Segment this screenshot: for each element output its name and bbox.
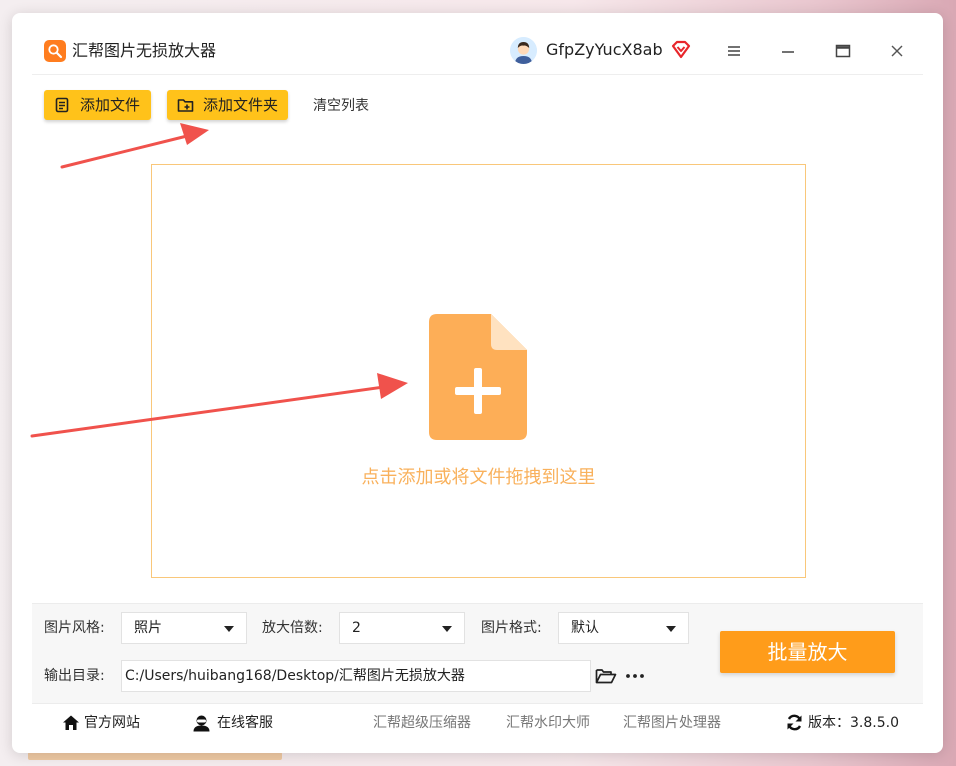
footer: 官方网站 在线客服 汇帮超级压缩器 汇帮水印大师 汇帮图片处理器 版本：3.8.… [32, 703, 923, 741]
scale-label: 放大倍数: [262, 620, 323, 636]
format-label: 图片格式: [481, 620, 542, 636]
maximize-icon[interactable] [827, 35, 859, 67]
chevron-down-icon [666, 626, 676, 632]
online-support-link[interactable]: 在线客服 [192, 713, 273, 733]
username[interactable]: GfpZyYucX8ab [546, 39, 663, 61]
title-bar: 汇帮图片无损放大器 GfpZyYucX8ab [12, 13, 943, 75]
add-file-button[interactable]: 添加文件 [44, 90, 151, 120]
style-value: 照片 [134, 620, 162, 636]
scale-value: 2 [352, 620, 361, 636]
folder-plus-icon [177, 99, 194, 112]
arrow-to-add-folder [60, 123, 209, 169]
avatar[interactable] [510, 37, 537, 64]
scale-select[interactable]: 2 [339, 612, 465, 644]
headset-icon [193, 715, 210, 732]
add-folder-button[interactable]: 添加文件夹 [167, 90, 288, 120]
drop-hint: 点击添加或将文件拖拽到这里 [361, 467, 596, 488]
folder-open-icon[interactable] [595, 668, 617, 688]
clear-list-button[interactable]: 清空列表 [313, 96, 369, 116]
document-plus-icon[interactable] [429, 314, 527, 444]
website-label: 官方网站 [84, 715, 140, 731]
hamburger-menu-icon[interactable] [718, 35, 750, 67]
drop-zone[interactable]: 点击添加或将文件拖拽到这里 [151, 164, 806, 578]
more-options-icon[interactable] [625, 668, 645, 688]
output-label: 输出目录: [44, 668, 105, 684]
version-info[interactable]: 版本：3.8.5.0 [786, 713, 899, 733]
style-select[interactable]: 照片 [121, 612, 247, 644]
diamond-vip-icon[interactable] [670, 40, 692, 64]
file-list-icon [55, 97, 69, 113]
chevron-down-icon [442, 626, 452, 632]
close-icon[interactable] [881, 35, 913, 67]
chevron-down-icon [224, 626, 234, 632]
background-strip [28, 752, 282, 760]
format-value: 默认 [571, 620, 599, 636]
link-watermark-master[interactable]: 汇帮水印大师 [506, 713, 590, 733]
format-select[interactable]: 默认 [558, 612, 689, 644]
output-path-input[interactable]: C:/Users/huibang168/Desktop/汇帮图片无损放大器 [121, 660, 591, 692]
style-label: 图片风格: [44, 620, 105, 636]
settings-panel: 图片风格: 照片 放大倍数: 2 图片格式: 默认 输出目录: C:/Users… [32, 603, 923, 703]
refresh-icon [787, 714, 802, 731]
batch-upscale-button[interactable]: 批量放大 [720, 631, 895, 673]
add-folder-label: 添加文件夹 [203, 96, 279, 114]
version-label: 版本：3.8.5.0 [808, 715, 899, 731]
link-image-processor[interactable]: 汇帮图片处理器 [623, 713, 721, 733]
app-window: 汇帮图片无损放大器 GfpZyYucX8ab 添加文件 添加文件夹 清空列表 点… [12, 13, 943, 753]
official-website-link[interactable]: 官方网站 [62, 713, 140, 733]
app-title: 汇帮图片无损放大器 [72, 41, 217, 60]
minimize-icon[interactable] [772, 35, 804, 67]
home-icon [63, 715, 79, 730]
link-super-compressor[interactable]: 汇帮超级压缩器 [373, 713, 471, 733]
magnifier-logo-icon [44, 40, 66, 62]
title-divider [32, 74, 923, 75]
add-file-label: 添加文件 [80, 96, 141, 114]
support-label: 在线客服 [217, 715, 273, 731]
